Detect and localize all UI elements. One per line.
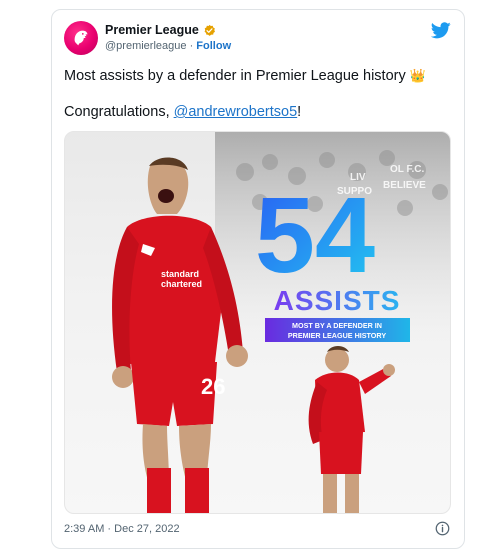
tweet-text-line-2: Congratulations, @andrewrobertso5! xyxy=(64,104,301,120)
twitter-bird-icon[interactable] xyxy=(431,22,451,39)
author-name[interactable]: Premier League xyxy=(105,23,199,37)
exclamation-text: ! xyxy=(297,104,302,120)
congratulations-text: Congratulations, xyxy=(64,104,174,120)
graphic-canvas: LIV SUPPO OL F.C. BELIEVE 54 ASSISTS MOS… xyxy=(112,132,450,513)
verified-badge-icon xyxy=(204,24,215,36)
handle-separator: · xyxy=(189,40,194,52)
headline-assists: ASSISTS xyxy=(274,285,401,316)
shirt-number: 26 xyxy=(201,374,225,399)
tweet-card[interactable]: Premier League @premierleague · Follow M… xyxy=(51,9,465,549)
author-handle[interactable]: @premierleague xyxy=(105,40,187,52)
mention-link[interactable]: @andrewrobertso5 xyxy=(174,104,298,120)
banner-text-3: OL F.C. xyxy=(390,164,424,175)
subtitle-line-2: PREMIER LEAGUE HISTORY xyxy=(288,331,386,340)
info-icon[interactable] xyxy=(435,521,450,536)
subtitle-line-1: MOST BY A DEFENDER IN xyxy=(292,321,382,330)
tweet-media-image[interactable]: LIV SUPPO OL F.C. BELIEVE 54 ASSISTS MOS… xyxy=(64,131,451,514)
crown-emoji: 👑 xyxy=(409,68,426,83)
tweet-text-line-1: Most assists by a defender in Premier Le… xyxy=(64,68,426,84)
sponsor-text-1: standard xyxy=(161,269,199,279)
secondary-player-figure xyxy=(308,346,395,513)
tweet-timestamp[interactable]: 2:39 AM · Dec 27, 2022 xyxy=(64,523,180,535)
avatar[interactable] xyxy=(64,21,98,55)
tweet-text-main: Most assists by a defender in Premier Le… xyxy=(64,68,406,84)
sponsor-text-2: chartered xyxy=(161,279,202,289)
follow-button[interactable]: Follow xyxy=(196,40,231,52)
premier-league-lion-icon xyxy=(74,30,88,46)
big-number: 54 xyxy=(255,174,375,295)
banner-text-4: BELIEVE xyxy=(383,180,426,191)
